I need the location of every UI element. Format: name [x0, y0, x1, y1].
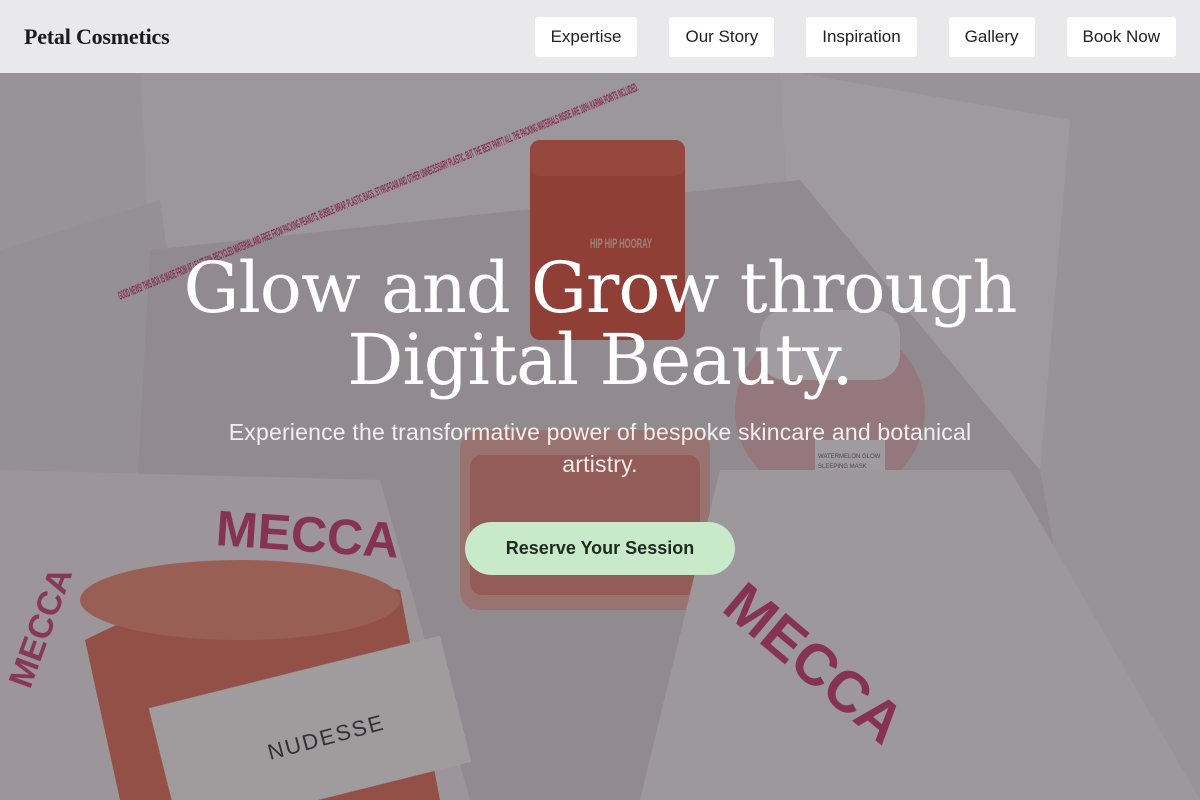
hero-content: Glow and Grow through Digital Beauty. Ex…: [0, 0, 1200, 800]
nav-book-now-button[interactable]: Book Now: [1066, 16, 1176, 57]
nav-inspiration-button[interactable]: Inspiration: [806, 16, 917, 57]
reserve-session-button[interactable]: Reserve Your Session: [465, 522, 735, 575]
nav-our-story-button[interactable]: Our Story: [669, 16, 775, 57]
hero-subheadline: Experience the transformative power of b…: [228, 419, 972, 477]
main-nav: Expertise Our Story Inspiration Gallery …: [534, 16, 1176, 57]
nav-gallery-button[interactable]: Gallery: [948, 16, 1035, 57]
site-header: Petal Cosmetics Expertise Our Story Insp…: [0, 0, 1200, 73]
hero-headline: Glow and Grow through Digital Beauty.: [183, 247, 1018, 401]
nav-expertise-button[interactable]: Expertise: [534, 16, 638, 57]
brand-logo-text[interactable]: Petal Cosmetics: [24, 24, 170, 50]
